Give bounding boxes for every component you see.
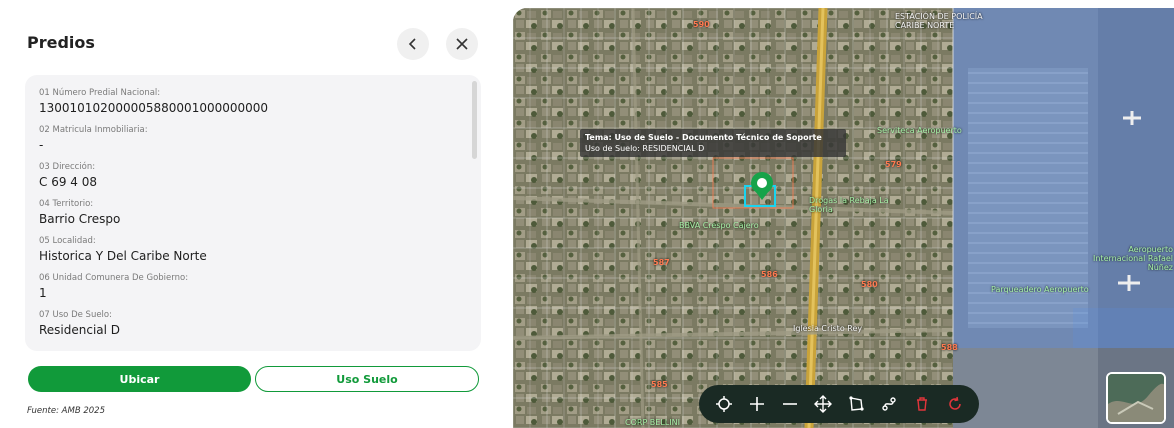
parcel-number-label: 587 [653, 258, 670, 267]
panel-title: Predios [27, 33, 95, 52]
attribute-numero-predial: 01 Número Predial Nacional: 130010102000… [39, 87, 461, 116]
tooltip-title: Tema: Uso de Suelo - Documento Técnico d… [585, 133, 822, 142]
parcel-number-label: 580 [861, 280, 878, 289]
move-icon [813, 395, 832, 413]
parcel-number-label: 585 [651, 380, 668, 389]
attribute-uso-suelo: 07 Uso De Suelo: Residencial D [39, 309, 461, 338]
attribute-value: C 69 4 08 [39, 175, 97, 189]
draw-line-button[interactable] [876, 391, 902, 417]
reset-button[interactable] [942, 391, 968, 417]
parcel-number-label: 590 [693, 20, 710, 29]
ubicar-button[interactable]: Ubicar [28, 366, 251, 392]
basemap-switcher[interactable] [1106, 372, 1166, 424]
zoom-in-button[interactable] [744, 391, 770, 417]
attribute-list-panel[interactable]: 01 Número Predial Nacional: 130010102000… [25, 75, 481, 351]
attribute-label: 07 Uso De Suelo: [39, 310, 112, 320]
close-button[interactable] [446, 28, 478, 60]
attribute-value: Historica Y Del Caribe Norte [39, 249, 207, 263]
poi-label: CORP BELLINI [625, 418, 680, 427]
attribute-value: Barrio Crespo [39, 212, 121, 226]
attribute-value: - [39, 138, 44, 152]
poi-label: Iglesia Cristo Rey [793, 324, 863, 333]
circle-target-icon [715, 396, 732, 412]
map-view[interactable]: Tema: Uso de Suelo - Documento Técnico d… [513, 8, 1174, 428]
polygon-icon [848, 396, 864, 411]
delete-button[interactable] [909, 391, 935, 417]
basemap-thumbnail [1108, 374, 1164, 422]
poi-label: Parqueadero Aeropuerto [991, 285, 1089, 294]
poi-label: ESTACIÓN DE POLICÍA CARIBE NORTE [895, 12, 983, 30]
scrollbar-thumb[interactable] [472, 81, 477, 159]
attribute-label: 05 Localidad: [39, 236, 96, 246]
tooltip-subtitle: Uso de Suelo: RESIDENCIAL D [585, 144, 705, 153]
trash-icon [916, 397, 927, 411]
select-point-tool[interactable] [711, 391, 737, 417]
map-toolbar [699, 385, 979, 423]
attribute-value: 1 [39, 286, 47, 300]
location-pin-icon[interactable] [749, 171, 775, 201]
poi-label: Drogas la Rebaja La Gloria [809, 196, 889, 214]
poi-label: Aeropuerto Internacional Rafael Núñez [1093, 245, 1174, 272]
satellite-imagery [513, 8, 1174, 428]
attribute-label: 04 Territorio: [39, 199, 94, 209]
parcel-number-label: 586 [761, 270, 778, 279]
predios-panel: Predios 01 Número Predial Nacional: 1300… [0, 0, 500, 428]
attribute-unidad-comunera: 06 Unidad Comunera De Gobierno: 1 [39, 272, 461, 301]
attribute-value: Residencial D [39, 323, 121, 337]
chevron-left-icon [408, 38, 416, 50]
parcel-number-label: 579 [885, 160, 902, 169]
back-button[interactable] [397, 28, 429, 60]
close-icon [456, 38, 468, 50]
attribute-value: 130010102000005880001000000000 [39, 101, 269, 115]
attribute-matricula: 02 Matricula Inmobiliaria: - [39, 124, 461, 153]
attribute-label: 06 Unidad Comunera De Gobierno: [39, 273, 189, 283]
plus-icon [749, 397, 764, 411]
pan-button[interactable] [810, 391, 836, 417]
poi-label: Serviteca Aeropuerto [877, 126, 962, 135]
attribute-territorio: 04 Territorio: Barrio Crespo [39, 198, 461, 227]
attribute-list: 01 Número Predial Nacional: 130010102000… [39, 87, 461, 346]
map-tooltip: Tema: Uso de Suelo - Documento Técnico d… [580, 129, 846, 157]
poi-label: BBVA Crespo Cajero [679, 221, 759, 230]
source-note: Fuente: AMB 2025 [27, 406, 105, 416]
attribute-direccion: 03 Dirección: C 69 4 08 [39, 161, 461, 190]
attribute-label: 03 Dirección: [39, 162, 96, 172]
parcel-number-label: 588 [941, 343, 958, 352]
attribute-label: 01 Número Predial Nacional: [39, 88, 161, 98]
attribute-label: 02 Matricula Inmobiliaria: [39, 125, 148, 135]
refresh-icon [948, 396, 961, 410]
attribute-localidad: 05 Localidad: Historica Y Del Caribe Nor… [39, 235, 461, 264]
uso-suelo-button[interactable]: Uso Suelo [255, 366, 479, 392]
zoom-out-button[interactable] [777, 391, 803, 417]
route-icon [881, 397, 896, 411]
draw-polygon-button[interactable] [843, 391, 869, 417]
minus-icon [782, 403, 797, 405]
